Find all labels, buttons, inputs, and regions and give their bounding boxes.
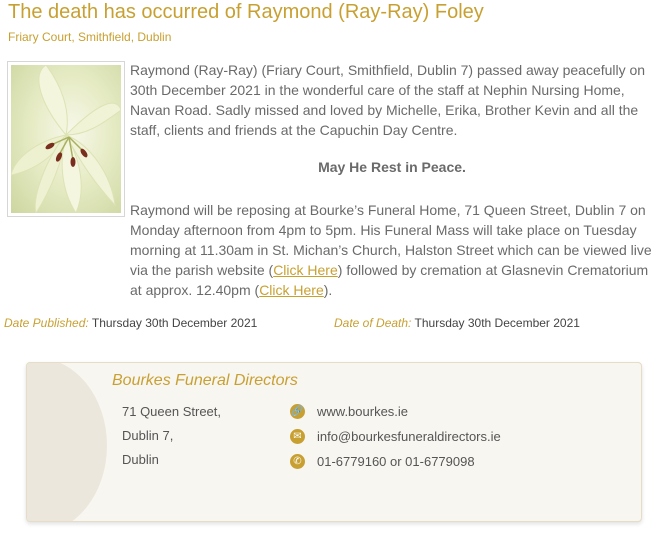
phone-numbers: 01-6779160 or 01-6779098 — [317, 453, 475, 469]
lily-photo — [11, 65, 121, 213]
date-published: Date Published: Thursday 30th December 2… — [4, 316, 257, 330]
phone-row: ✆ 01-6779160 or 01-6779098 — [290, 452, 475, 470]
photo-frame — [7, 61, 125, 217]
date-published-label: Date Published: — [4, 316, 89, 330]
crematorium-link[interactable]: Click Here — [259, 282, 324, 298]
address-line-1: 71 Queen Street, — [122, 404, 222, 419]
email-icon: ✉ — [290, 428, 305, 444]
website-link[interactable]: www.bourkes.ie — [317, 404, 408, 419]
link-icon: 🔗 — [290, 403, 305, 419]
notice-location: Friary Court, Smithfield, Dublin — [8, 30, 172, 44]
date-published-value: Thursday 30th December 2021 — [91, 316, 258, 330]
parish-website-link[interactable]: Click Here — [273, 262, 338, 278]
address-line-3: Dublin — [122, 452, 159, 467]
funeral-director-box: Bourkes Funeral Directors 71 Queen Stree… — [26, 362, 642, 522]
date-of-death-value: Thursday 30th December 2021 — [414, 316, 580, 330]
paragraph-2-part-c: ). — [323, 282, 333, 298]
website-row[interactable]: 🔗 www.bourkes.ie — [290, 402, 408, 420]
email-row[interactable]: ✉ info@bourkesfuneraldirectors.ie — [290, 427, 501, 445]
date-of-death: Date of Death: Thursday 30th December 20… — [334, 316, 580, 330]
notice-title: The death has occurred of Raymond (Ray-R… — [8, 1, 484, 23]
notice-paragraph-2: Raymond will be reposing at Bourke’s Fun… — [130, 200, 654, 300]
notice-paragraph-1: Raymond (Ray-Ray) (Friary Court, Smithfi… — [130, 62, 646, 138]
rest-in-peace: May He Rest in Peace. — [318, 159, 466, 175]
funeral-director-name: Bourkes Funeral Directors — [112, 372, 298, 389]
phone-icon: ✆ — [290, 453, 305, 469]
info-watermark-icon — [27, 363, 107, 521]
date-of-death-label: Date of Death: — [334, 316, 412, 330]
email-link[interactable]: info@bourkesfuneraldirectors.ie — [317, 429, 501, 444]
address-line-2: Dublin 7, — [122, 428, 174, 443]
